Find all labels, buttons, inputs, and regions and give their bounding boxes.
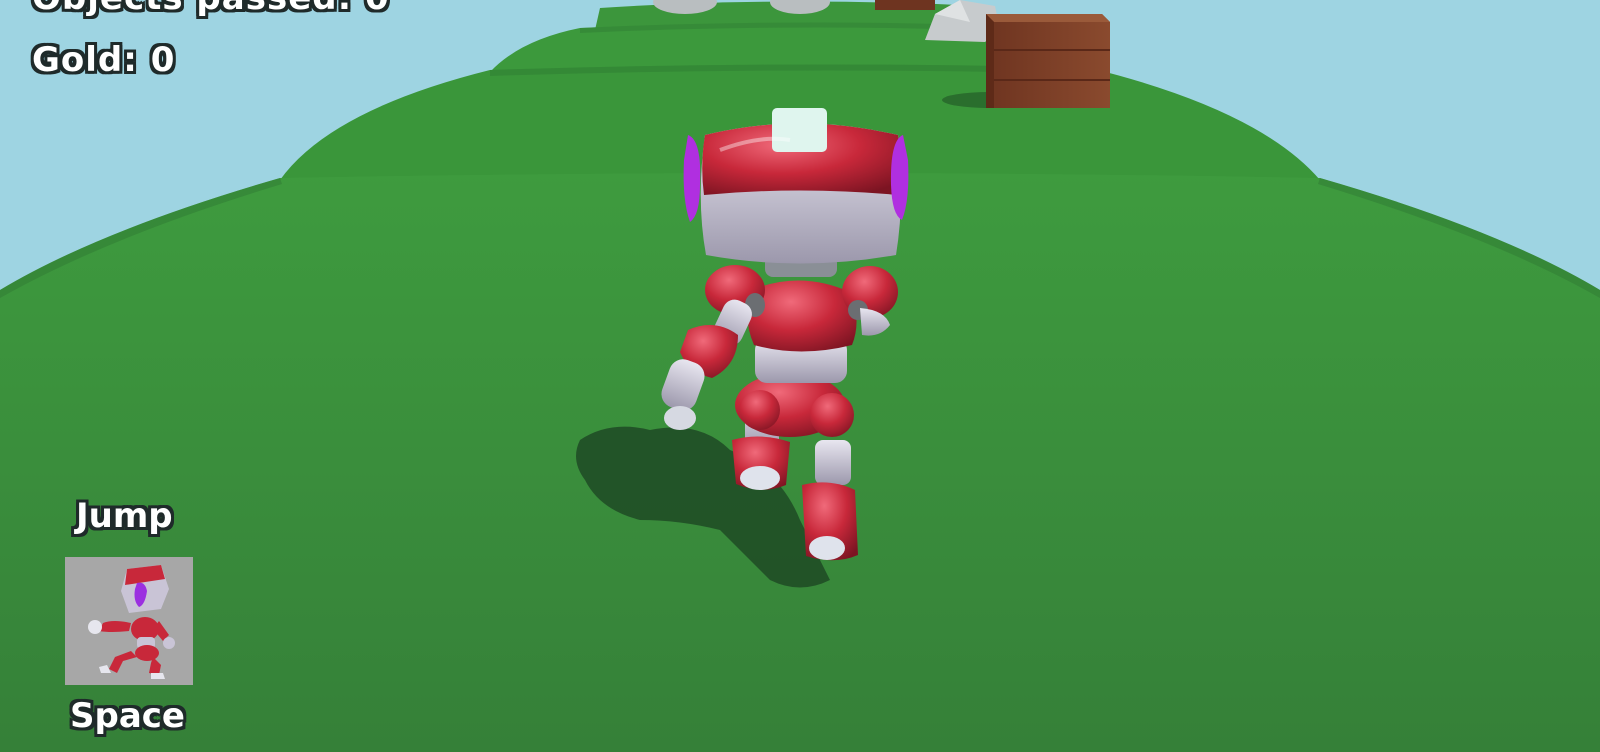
robot-jump-icon (65, 557, 193, 685)
game-scene (0, 0, 1600, 752)
crate (986, 14, 1110, 108)
crate-distant (875, 0, 935, 10)
jump-key-label: Space (70, 696, 185, 736)
game-viewport[interactable]: Objects passed: 0 Gold: 0 Jump (0, 0, 1600, 752)
jump-button[interactable] (65, 557, 193, 685)
gold-counter: Gold: 0 (32, 40, 176, 80)
objects-passed-counter: Objects passed: 0 (32, 0, 390, 18)
jump-label: Jump (76, 496, 173, 536)
